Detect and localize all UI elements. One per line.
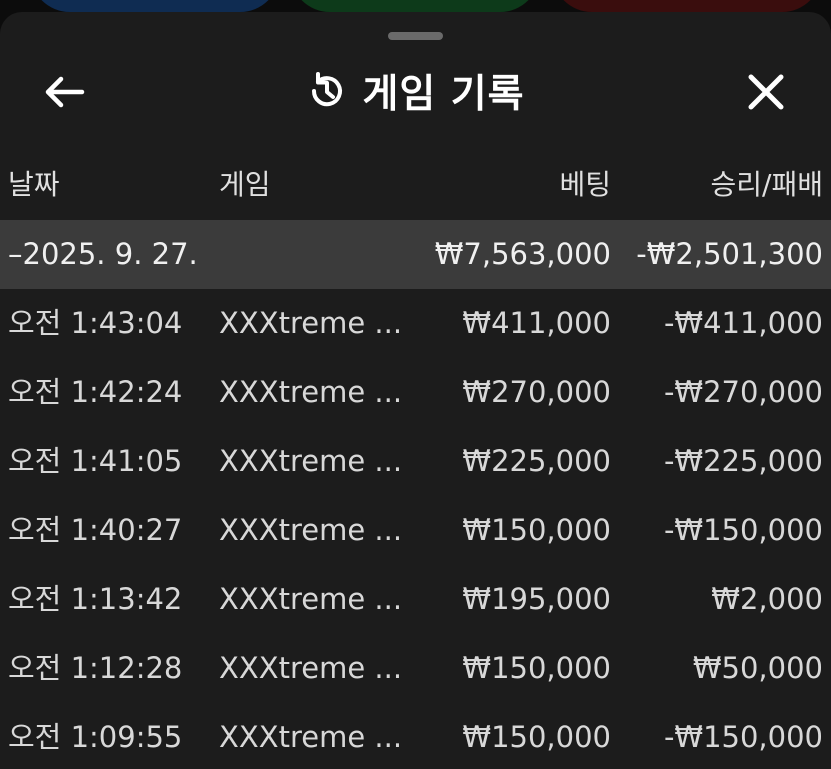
row-bet: ₩150,000 (462, 720, 611, 754)
row-game: XXXtreme ... (219, 720, 403, 754)
row-time: 오전 1:12:28 (8, 651, 183, 685)
row-result: ₩2,000 (711, 582, 823, 616)
column-header-bet: 베팅 (559, 168, 611, 201)
row-game: XXXtreme ... (219, 582, 403, 616)
row-time: 오전 1:09:55 (8, 720, 183, 754)
row-result: ₩50,000 (692, 651, 823, 685)
sheet-drag-handle[interactable] (388, 32, 443, 40)
history-table: 날짜 게임 베팅 승리/패배 –2025. 9. 27. ₩7,563,000 … (0, 150, 831, 769)
row-game: XXXtreme ... (219, 375, 403, 409)
board-red-segment (552, 0, 822, 12)
row-bet: ₩150,000 (462, 651, 611, 685)
row-result: -₩411,000 (663, 306, 823, 340)
table-row[interactable]: 오전 1:12:28 XXXtreme ... ₩150,000 ₩50,000 (0, 634, 831, 703)
game-history-sheet: 게임 기록 날짜 게임 베팅 승리/패배 –2025. 9. 27. ₩7,56… (0, 12, 831, 769)
arrow-left-icon (45, 76, 85, 108)
column-header-result: 승리/패배 (710, 168, 823, 201)
row-time: 오전 1:41:05 (8, 444, 183, 478)
row-time: 오전 1:13:42 (8, 582, 183, 616)
row-game: XXXtreme ... (219, 306, 403, 340)
column-header-game: 게임 (219, 168, 271, 201)
row-game: XXXtreme ... (219, 513, 403, 547)
row-game: XXXtreme ... (219, 444, 403, 478)
table-row[interactable]: 오전 1:09:55 XXXtreme ... ₩150,000 -₩150,0… (0, 703, 831, 769)
close-icon (748, 74, 784, 110)
date-group-bet-total: ₩7,563,000 (434, 237, 611, 271)
back-button[interactable] (40, 72, 90, 112)
row-bet: ₩270,000 (462, 375, 611, 409)
board-blue-segment (30, 0, 280, 12)
close-button[interactable] (742, 68, 790, 116)
table-row[interactable]: 오전 1:13:42 XXXtreme ... ₩195,000 ₩2,000 (0, 565, 831, 634)
row-bet: ₩225,000 (462, 444, 611, 478)
table-row[interactable]: 오전 1:42:24 XXXtreme ... ₩270,000 -₩270,0… (0, 358, 831, 427)
sheet-header: 게임 기록 (0, 52, 831, 130)
row-time: 오전 1:43:04 (8, 306, 183, 340)
row-bet: ₩195,000 (462, 582, 611, 616)
board-green-segment (290, 0, 540, 12)
history-icon (312, 72, 343, 107)
title-group: 게임 기록 (0, 52, 831, 130)
row-result: -₩150,000 (663, 513, 823, 547)
date-group-toggle[interactable]: –2025. 9. 27. (8, 220, 198, 289)
row-result: -₩150,000 (663, 720, 823, 754)
table-row[interactable]: 오전 1:41:05 XXXtreme ... ₩225,000 -₩225,0… (0, 427, 831, 496)
page-title: 게임 기록 (362, 72, 525, 117)
table-header-row: 날짜 게임 베팅 승리/패배 (0, 150, 831, 220)
row-bet: ₩150,000 (462, 513, 611, 547)
row-result: -₩270,000 (663, 375, 823, 409)
row-bet: ₩411,000 (462, 306, 611, 340)
row-game: XXXtreme ... (219, 651, 403, 685)
row-time: 오전 1:42:24 (8, 375, 183, 409)
date-group-result-total: -₩2,501,300 (636, 237, 823, 271)
date-group-row[interactable]: –2025. 9. 27. ₩7,563,000 -₩2,501,300 (0, 220, 831, 289)
row-time: 오전 1:40:27 (8, 513, 183, 547)
table-row[interactable]: 오전 1:40:27 XXXtreme ... ₩150,000 -₩150,0… (0, 496, 831, 565)
column-header-date: 날짜 (8, 168, 60, 201)
row-result: -₩225,000 (663, 444, 823, 478)
table-row[interactable]: 오전 1:43:04 XXXtreme ... ₩411,000 -₩411,0… (0, 289, 831, 358)
